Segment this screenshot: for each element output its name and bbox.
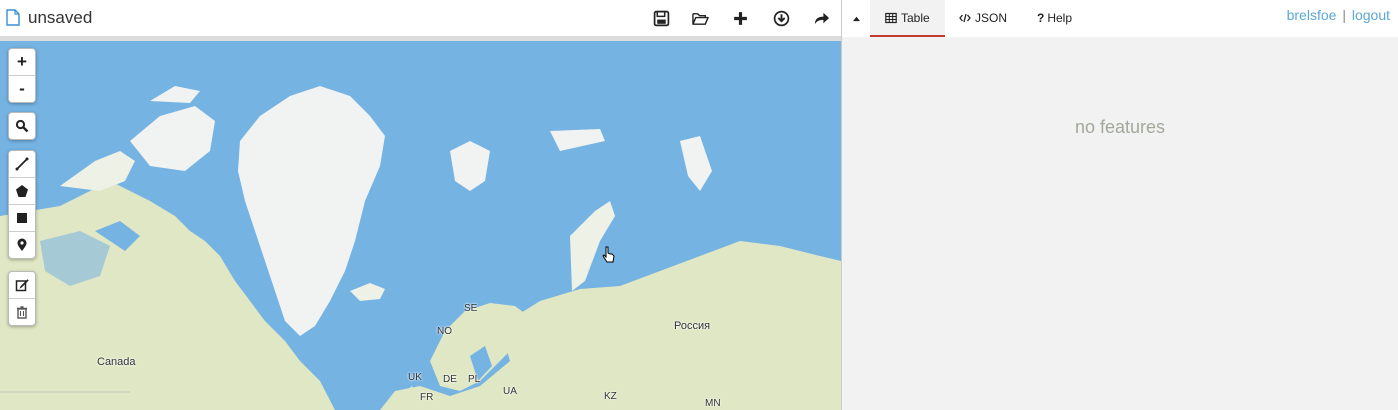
side-panel: Table JSON ? Help brelsfoe | logout no f… (842, 0, 1398, 410)
draw-line-button[interactable] (9, 151, 35, 178)
search-icon (15, 119, 29, 133)
logout-link[interactable]: logout (1352, 7, 1390, 23)
share-button[interactable] (811, 9, 831, 27)
zoom-control: + - (8, 48, 36, 103)
draw-marker-button[interactable] (9, 232, 35, 258)
label-fr: FR (420, 392, 434, 403)
label-canada: Canada (97, 356, 136, 368)
draw-rectangle-button[interactable] (9, 205, 35, 232)
panel-header: Table JSON ? Help brelsfoe | logout (842, 0, 1398, 37)
hand-cursor-icon (602, 246, 615, 263)
document-title[interactable]: unsaved (28, 8, 92, 28)
plus-icon (733, 11, 747, 25)
username-link[interactable]: brelsfoe (1287, 7, 1337, 23)
open-button[interactable] (690, 9, 710, 27)
label-no: NO (437, 326, 452, 337)
share-icon (814, 12, 829, 24)
zoom-in-button[interactable]: + (9, 49, 35, 76)
download-icon (773, 10, 789, 26)
label-se: SE (464, 303, 478, 314)
draw-polygon-button[interactable] (9, 178, 35, 205)
edit-icon (15, 279, 29, 292)
tab-table-label: Table (901, 10, 930, 25)
tab-table[interactable]: Table (870, 0, 945, 37)
caret-up-icon (852, 16, 860, 21)
save-button[interactable] (651, 9, 671, 27)
trash-icon (17, 306, 27, 319)
polygon-icon (16, 185, 28, 197)
label-uk: UK (408, 372, 422, 383)
edit-layers-button[interactable] (9, 272, 35, 299)
label-ua: UA (503, 386, 517, 397)
tab-help-label: Help (1047, 10, 1073, 25)
label-russia: Россия (674, 320, 711, 332)
open-folder-icon (691, 12, 709, 25)
map-canvas[interactable]: Canada Россия SE NO UK DE PL UA FR KZ MN… (0, 41, 841, 410)
question-icon: ? (1037, 10, 1045, 25)
code-icon (959, 13, 971, 22)
label-mn: MN (705, 398, 721, 409)
editor-toolbar: unsaved (0, 0, 841, 37)
tab-json-label: JSON (975, 10, 1008, 25)
zoom-out-button[interactable]: - (9, 76, 35, 102)
empty-features-message: no features (1074, 117, 1166, 137)
new-button[interactable] (730, 9, 750, 27)
draw-control (8, 150, 36, 259)
tab-json[interactable]: JSON (959, 0, 1007, 35)
label-pl: PL (468, 374, 481, 385)
download-button[interactable] (771, 9, 791, 27)
edit-control (8, 271, 36, 326)
file-icon (6, 9, 20, 26)
table-icon (885, 12, 897, 23)
tab-help[interactable]: ? Help (1037, 0, 1072, 35)
search-button[interactable] (9, 113, 35, 139)
map-terrain (0, 86, 841, 410)
user-links-separator: | (1342, 7, 1346, 23)
user-links: brelsfoe | logout (1287, 7, 1390, 23)
label-de: DE (443, 374, 457, 385)
label-kz: KZ (604, 391, 617, 402)
line-icon (15, 157, 29, 171)
delete-layers-button[interactable] (9, 299, 35, 325)
rectangle-icon (17, 213, 27, 223)
search-control (8, 112, 36, 140)
marker-icon (17, 238, 27, 251)
save-icon (653, 10, 669, 26)
collapse-panel-button[interactable] (850, 12, 862, 24)
